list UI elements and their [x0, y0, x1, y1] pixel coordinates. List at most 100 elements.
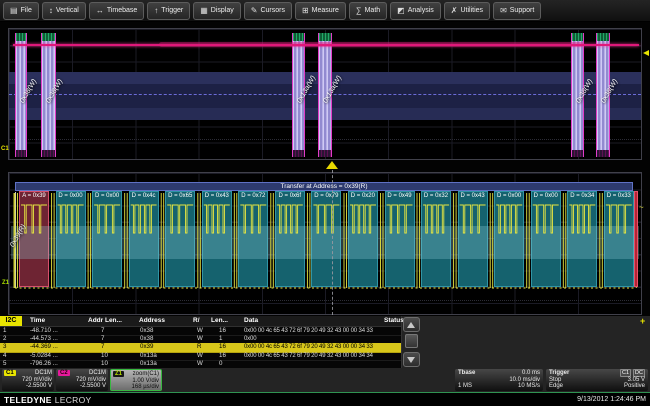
- status-bar: TELEDYNELECROY 9/13/2012 1:24:46 PM: [0, 392, 650, 406]
- column-header: Time: [30, 316, 45, 326]
- cell-len: 0: [219, 360, 222, 368]
- menu-item-utilities[interactable]: ✗Utilities: [444, 2, 490, 20]
- menu-item-cursors[interactable]: ✎Cursors: [244, 2, 292, 20]
- main-timebase-grid[interactable]: 0x38(W)0x38(W)0x13a(W)0x13a(W)0x38(W)0x3…: [8, 28, 642, 160]
- decode-table-area: I2C TimeAddr Len...AddressR/Len...DataSt…: [0, 316, 650, 368]
- cell-rw: W: [197, 335, 203, 343]
- c1-offset: -2.5500 V: [26, 383, 52, 390]
- c2-descriptor-box[interactable]: C2DC1M 720 mV/div -2.5500 V: [56, 369, 108, 391]
- z1-position-marker[interactable]: Z1: [2, 280, 9, 286]
- menu-item-label: Trigger: [161, 7, 183, 14]
- cell-data: 0x00 00 4c 65 43 72 6f 79 20 49 32 43 00…: [244, 327, 373, 335]
- menu-item-label: Display: [211, 7, 234, 14]
- trigger-slope: Positive: [624, 383, 645, 390]
- descriptor-bar: C1DC1M 720 mV/div -2.5500 V C2DC1M 720 m…: [0, 368, 650, 392]
- column-header: Addr Len...: [88, 316, 122, 326]
- cell-len: 16: [219, 352, 226, 360]
- scrollbar-thumb[interactable]: [405, 334, 418, 348]
- i2c-burst: 0x13a(W): [292, 33, 305, 157]
- measure-icon: ⊞: [302, 7, 309, 15]
- analysis-icon: ◩: [397, 7, 405, 15]
- cell-rw: W: [197, 360, 203, 368]
- i2c-burst: 0x13a(W): [318, 33, 332, 157]
- menu-item-label: Math: [365, 7, 381, 14]
- cell-addr_len: 7: [101, 327, 104, 335]
- cell-time: -48.710 ...: [30, 327, 58, 335]
- table-scrollbar: [403, 317, 420, 367]
- menu-item-math[interactable]: ∑Math: [349, 2, 387, 20]
- menu-item-label: Support: [510, 7, 535, 14]
- arrow-down-icon: [407, 357, 415, 363]
- trigger-level-marker-icon[interactable]: [643, 50, 649, 56]
- cell-address: 0x38: [140, 335, 153, 343]
- cell-rw: R: [197, 343, 201, 351]
- scroll-down-button[interactable]: [403, 352, 420, 367]
- waveform-display-area[interactable]: 0x38(W)0x38(W)0x13a(W)0x13a(W)0x38(W)0x3…: [0, 22, 650, 316]
- timebase-rate: 10 MS/s: [518, 383, 540, 390]
- cell-address: 0x13a: [140, 352, 157, 360]
- timebase-hscale: 10.0 ms/div: [509, 377, 540, 384]
- cell-addr_len: 7: [101, 343, 104, 351]
- i2c-burst: 0x38(W): [571, 33, 584, 157]
- trigger-time-marker-icon[interactable]: [326, 161, 338, 169]
- i2c-burst: 0x38(W): [41, 33, 56, 157]
- menu-item-trigger[interactable]: ↑Trigger: [147, 2, 190, 20]
- menu-item-analysis[interactable]: ◩Analysis: [390, 2, 441, 20]
- c1-position-marker[interactable]: C1: [1, 146, 9, 152]
- display-icon: ▦: [200, 7, 208, 15]
- cell-time: -5.0284 ...: [30, 352, 58, 360]
- z1-descriptor-box[interactable]: Z1 zoom(C1) 1.00 V/div 168 µs/div: [110, 369, 162, 391]
- menu-item-label: Analysis: [408, 7, 434, 14]
- menu-item-display[interactable]: ▦Display: [193, 2, 241, 20]
- menu-item-label: Cursors: [260, 7, 285, 14]
- bus-protocol-badge[interactable]: I2C: [0, 316, 22, 326]
- z1-source: zoom(C1): [133, 371, 159, 378]
- cell-num: 3: [3, 343, 6, 351]
- scroll-up-button[interactable]: [403, 317, 420, 332]
- c2-trace-noise: [159, 42, 584, 47]
- z1-badge: Z1: [113, 371, 124, 377]
- trigger-arrow-icon: ↑: [154, 7, 158, 15]
- table-body: 1 -48.710 ... 7 0x38 W 16 0x00 00 4c 65 43 72 …: [0, 327, 401, 368]
- i2c-burst: 0x38(W): [15, 33, 27, 157]
- zoom-grid[interactable]: Transfer at Address = 0x39(R) A = 0x39D …: [8, 172, 642, 315]
- table-header-row: I2C TimeAddr Len...AddressR/Len...DataSt…: [0, 316, 401, 327]
- brand-logo: TELEDYNELECROY: [4, 395, 92, 405]
- c2-vscale: 720 mV/div: [76, 377, 106, 384]
- expand-icon[interactable]: +: [640, 316, 645, 326]
- z1-hscale: 168 µs/div: [132, 384, 159, 391]
- cell-data: 0x00 00 4c 65 43 72 6f 79 20 49 32 43 00…: [244, 352, 373, 360]
- menu-item-measure[interactable]: ⊞Measure: [295, 2, 346, 20]
- decode-stop-bar: [634, 191, 638, 287]
- cell-addr_len: 7: [101, 335, 104, 343]
- horizontal-arrows-icon: ↔: [96, 7, 104, 15]
- cell-num: 1: [3, 327, 6, 335]
- column-header: Status: [384, 316, 404, 326]
- trigger-descriptor-box[interactable]: Trigger C1DC Stop3.05 V EdgePositive: [546, 369, 648, 391]
- c1-vscale: 720 mV/div: [22, 377, 52, 384]
- c1-descriptor-box[interactable]: C1DC1M 720 mV/div -2.5500 V: [2, 369, 54, 391]
- column-header: R/: [193, 316, 200, 326]
- cell-len: 16: [219, 327, 226, 335]
- c2-offset: -2.5500 V: [80, 383, 106, 390]
- timebase-descriptor-box[interactable]: Tbase0.0 ms 10.0 ms/div 1 MS10 MS/s: [455, 369, 543, 391]
- cell-address: 0x13a: [140, 360, 157, 368]
- menu-item-label: Vertical: [56, 7, 79, 14]
- menu-item-label: Timebase: [107, 7, 137, 14]
- cell-address: 0x38: [140, 327, 153, 335]
- cell-data: 0x00: [244, 335, 256, 343]
- z1-vscale: 1.00 V/div: [132, 378, 159, 385]
- timebase-delay: 0.0 ms: [522, 370, 540, 377]
- c2-channel-badge: C2: [58, 370, 70, 376]
- menu-item-file[interactable]: ▤File: [3, 2, 39, 20]
- cell-addr_len: 10: [101, 360, 108, 368]
- cell-len: 16: [219, 343, 226, 351]
- cell-time: -44.573 ...: [30, 335, 58, 343]
- vertical-arrows-icon: ↕: [49, 7, 53, 15]
- menu-item-support[interactable]: ✉Support: [493, 2, 541, 20]
- cell-num: 4: [3, 352, 6, 360]
- menu-item-vertical[interactable]: ↕Vertical: [42, 2, 86, 20]
- c1-coupling: DC1M: [35, 370, 52, 377]
- menu-item-timebase[interactable]: ↔Timebase: [89, 2, 144, 20]
- column-header: Address: [139, 316, 165, 326]
